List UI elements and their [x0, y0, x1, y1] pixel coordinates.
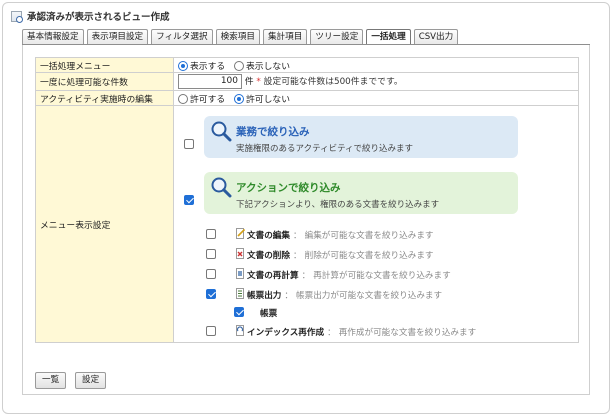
recalc-document-checkbox[interactable] [206, 269, 216, 279]
activity-edit-deny-option[interactable]: 許可しない [234, 93, 290, 105]
sub-item-row: 帳票 [174, 306, 578, 320]
list-button[interactable]: 一覧 [35, 372, 67, 389]
delete-document-label: 文書の削除 [247, 251, 290, 261]
action-filter-desc: 下記アクションより、権限のある文書を絞り込みます [236, 200, 440, 210]
tab-filter-select[interactable]: フィルタ選択 [151, 29, 213, 44]
title-row: 承認済みが表示されるビュー作成 [11, 9, 170, 23]
business-filter-title: 業務で絞り込み [236, 126, 310, 138]
edit-document-label: 文書の編集 [247, 231, 290, 241]
delete-document-icon [236, 248, 244, 259]
edit-document-desc: 編集が可能な文書を絞り込みます [304, 231, 434, 241]
row-activity-edit: アクティビティ実施時の編集 許可する 許可しない [35, 90, 579, 106]
reindex-checkbox[interactable] [206, 326, 216, 336]
reindex-desc: 再作成が可能な文書を絞り込みます [338, 328, 477, 338]
row-max-count: 一度に処理可能な件数 100 件 * 設定可能な件数は500件までです。 [35, 72, 579, 91]
row-menu-display: メニュー表示設定 業務で絞り込み 実施権限のあるアクティビティで絞り込みます ア… [35, 105, 579, 343]
settings-table: 一括処理メニュー 表示する 表示しない 一度に処理可能な件数 100 件 * 設… [35, 57, 579, 343]
business-filter-checkbox[interactable] [184, 139, 194, 149]
bulk-menu-show-radio[interactable] [178, 60, 188, 71]
business-filter-card: 業務で絞り込み 実施権限のあるアクティビティで絞り込みます [204, 116, 518, 158]
tab-aggregate-items[interactable]: 集計項目 [262, 29, 308, 44]
action-filter-checkbox[interactable] [184, 195, 194, 205]
magnifier-icon [211, 121, 232, 142]
activity-edit-label: アクティビティ実施時の編集 [35, 90, 174, 106]
report-output-icon [236, 288, 244, 299]
sub-item-row: 文書の再計算 ： 再計算が可能な文書を絞り込みます [174, 268, 578, 282]
report-output-desc: 帳票出力が可能な文書を絞り込みます [296, 291, 443, 301]
recalc-document-desc: 再計算が可能な文書を絞り込みます [313, 271, 451, 281]
sub-item-row: インデックス再作成 ： 再作成が可能な文書を絞り込みます [174, 325, 578, 339]
report-output-label: 帳票出力 [247, 291, 282, 301]
action-filter-title: アクションで絞り込み [236, 182, 341, 194]
max-count-label: 一度に処理可能な件数 [35, 72, 174, 91]
view-search-icon [11, 10, 23, 23]
sub-item-row: 帳票出力 ： 帳票出力が可能な文書を絞り込みます [174, 288, 578, 302]
menu-display-area: 業務で絞り込み 実施権限のあるアクティビティで絞り込みます アクションで絞り込み… [174, 106, 578, 342]
settings-button[interactable]: 設定 [75, 372, 107, 389]
tab-bulk-processing[interactable]: 一括処理 [366, 29, 411, 45]
report-child-checkbox[interactable] [234, 307, 244, 317]
row-bulk-menu: 一括処理メニュー 表示する 表示しない [35, 57, 579, 73]
action-filter-card: アクションで絞り込み 下記アクションより、権限のある文書を絞り込みます [204, 172, 518, 214]
business-filter-desc: 実施権限のあるアクティビティで絞り込みます [236, 144, 414, 154]
edit-document-checkbox[interactable] [206, 229, 216, 239]
report-output-checkbox[interactable] [206, 289, 216, 299]
delete-document-checkbox[interactable] [206, 249, 216, 259]
edit-document-icon [236, 228, 245, 239]
page-title: 承認済みが表示されるビュー作成 [27, 12, 170, 23]
delete-document-desc: 削除が可能な文書を絞り込みます [304, 251, 434, 261]
bulk-menu-show-option[interactable]: 表示する [178, 60, 225, 72]
bulk-menu-hide-option[interactable]: 表示しない [234, 60, 290, 72]
max-count-unit: 件 [244, 77, 254, 87]
activity-edit-allow-option[interactable]: 許可する [178, 93, 225, 105]
sub-item-row: 文書の削除 ： 削除が可能な文書を絞り込みます [174, 248, 578, 262]
tab-display-items[interactable]: 表示項目設定 [86, 29, 149, 44]
tab-csv-output[interactable]: CSV出力 [413, 29, 459, 44]
recalc-document-icon [236, 268, 244, 279]
report-child-label: 帳票 [260, 309, 278, 319]
activity-edit-allow-radio[interactable] [178, 93, 188, 104]
reindex-icon [236, 325, 244, 336]
tab-search-items[interactable]: 検索項目 [215, 29, 260, 44]
tab-panel: 一括処理メニュー 表示する 表示しない 一度に処理可能な件数 100 件 * 設… [22, 45, 590, 395]
activity-edit-deny-radio[interactable] [234, 93, 244, 104]
tab-basic-info[interactable]: 基本情報設定 [22, 29, 84, 44]
tab-tree-settings[interactable]: ツリー設定 [310, 29, 364, 44]
required-mark: * [256, 77, 261, 87]
bulk-menu-label: 一括処理メニュー [35, 57, 174, 73]
recalc-document-label: 文書の再計算 [247, 271, 299, 281]
magnifier-icon [211, 177, 232, 198]
max-count-input[interactable]: 100 [178, 74, 242, 89]
sub-item-row: 文書の編集 ： 編集が可能な文書を絞り込みます [174, 228, 578, 242]
reindex-label: インデックス再作成 [247, 328, 325, 338]
tab-bar: 基本情報設定 表示項目設定 フィルタ選択 検索項目 集計項目 ツリー設定 一括処… [22, 29, 461, 45]
bulk-menu-hide-radio[interactable] [234, 60, 244, 71]
max-count-note: 設定可能な件数は500件までです。 [263, 77, 403, 87]
menu-display-label: メニュー表示設定 [35, 105, 174, 343]
